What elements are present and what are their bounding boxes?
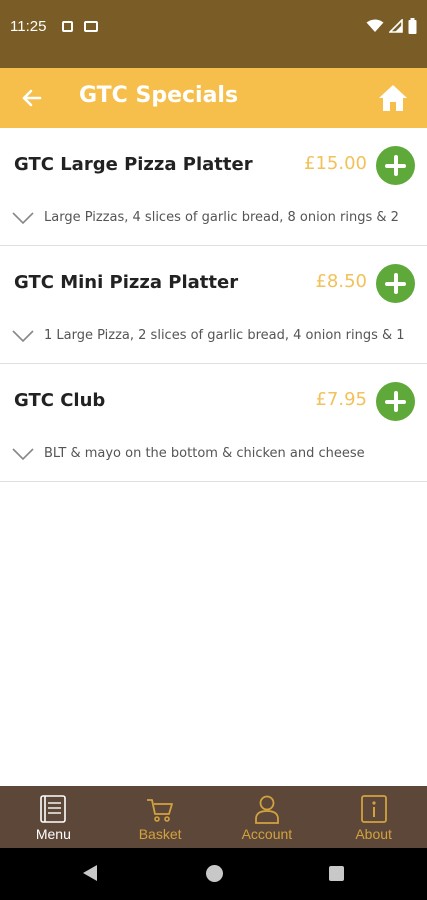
list-item: GTC Club £7.95 BLT & mayo on the bottom … [0,364,427,482]
status-bar: 11:25 [0,0,427,68]
specials-list: GTC Large Pizza Platter £15.00 Large Piz… [0,128,427,482]
item-name: GTC Club [14,390,106,411]
item-description: Large Pizzas, 4 slices of garlic bread, … [44,210,399,225]
nav-item-menu[interactable]: Menu [0,786,107,848]
system-home-icon[interactable] [206,865,223,882]
item-name: GTC Large Pizza Platter [14,154,253,175]
item-price: £7.95 [315,389,367,410]
system-back-icon[interactable] [82,864,98,882]
nav-item-about[interactable]: About [320,786,427,848]
nav-label: About [355,826,392,842]
back-arrow-icon[interactable] [18,84,46,112]
menu-book-icon [40,795,67,823]
bottom-nav: Menu Basket Account About [0,786,427,848]
item-price: £8.50 [315,271,367,292]
list-item: GTC Large Pizza Platter £15.00 Large Piz… [0,128,427,246]
add-to-basket-button[interactable] [376,146,415,185]
status-icons [366,17,417,35]
status-time: 11:25 [10,18,47,35]
item-name: GTC Mini Pizza Platter [14,272,239,293]
wifi-icon [366,19,384,32]
nav-item-basket[interactable]: Basket [107,786,214,848]
chevron-down-icon[interactable] [12,447,34,461]
cart-icon [147,799,174,822]
item-description: BLT & mayo on the bottom & chicken and c… [44,446,365,461]
battery-icon [408,18,417,34]
notification-icon [62,21,73,32]
app-bar: GTC Specials [0,68,427,128]
item-price: £15.00 [304,153,367,174]
user-icon [254,795,279,824]
nav-label: Basket [138,826,182,842]
signal-icon [389,19,403,33]
chevron-down-icon[interactable] [12,329,34,343]
system-nav-bar [0,848,427,900]
item-description: 1 Large Pizza, 2 slices of garlic bread,… [44,328,405,343]
add-to-basket-button[interactable] [376,264,415,303]
nav-label: Menu [35,826,71,842]
chevron-down-icon[interactable] [12,211,34,225]
nav-label: Account [241,826,293,842]
message-icon [84,21,98,32]
add-to-basket-button[interactable] [376,382,415,421]
info-icon [360,795,387,823]
home-icon[interactable] [377,82,409,114]
page-title: GTC Specials [79,83,239,108]
nav-item-account[interactable]: Account [214,786,321,848]
list-item: GTC Mini Pizza Platter £8.50 1 Large Piz… [0,246,427,364]
system-recents-icon[interactable] [329,866,344,881]
